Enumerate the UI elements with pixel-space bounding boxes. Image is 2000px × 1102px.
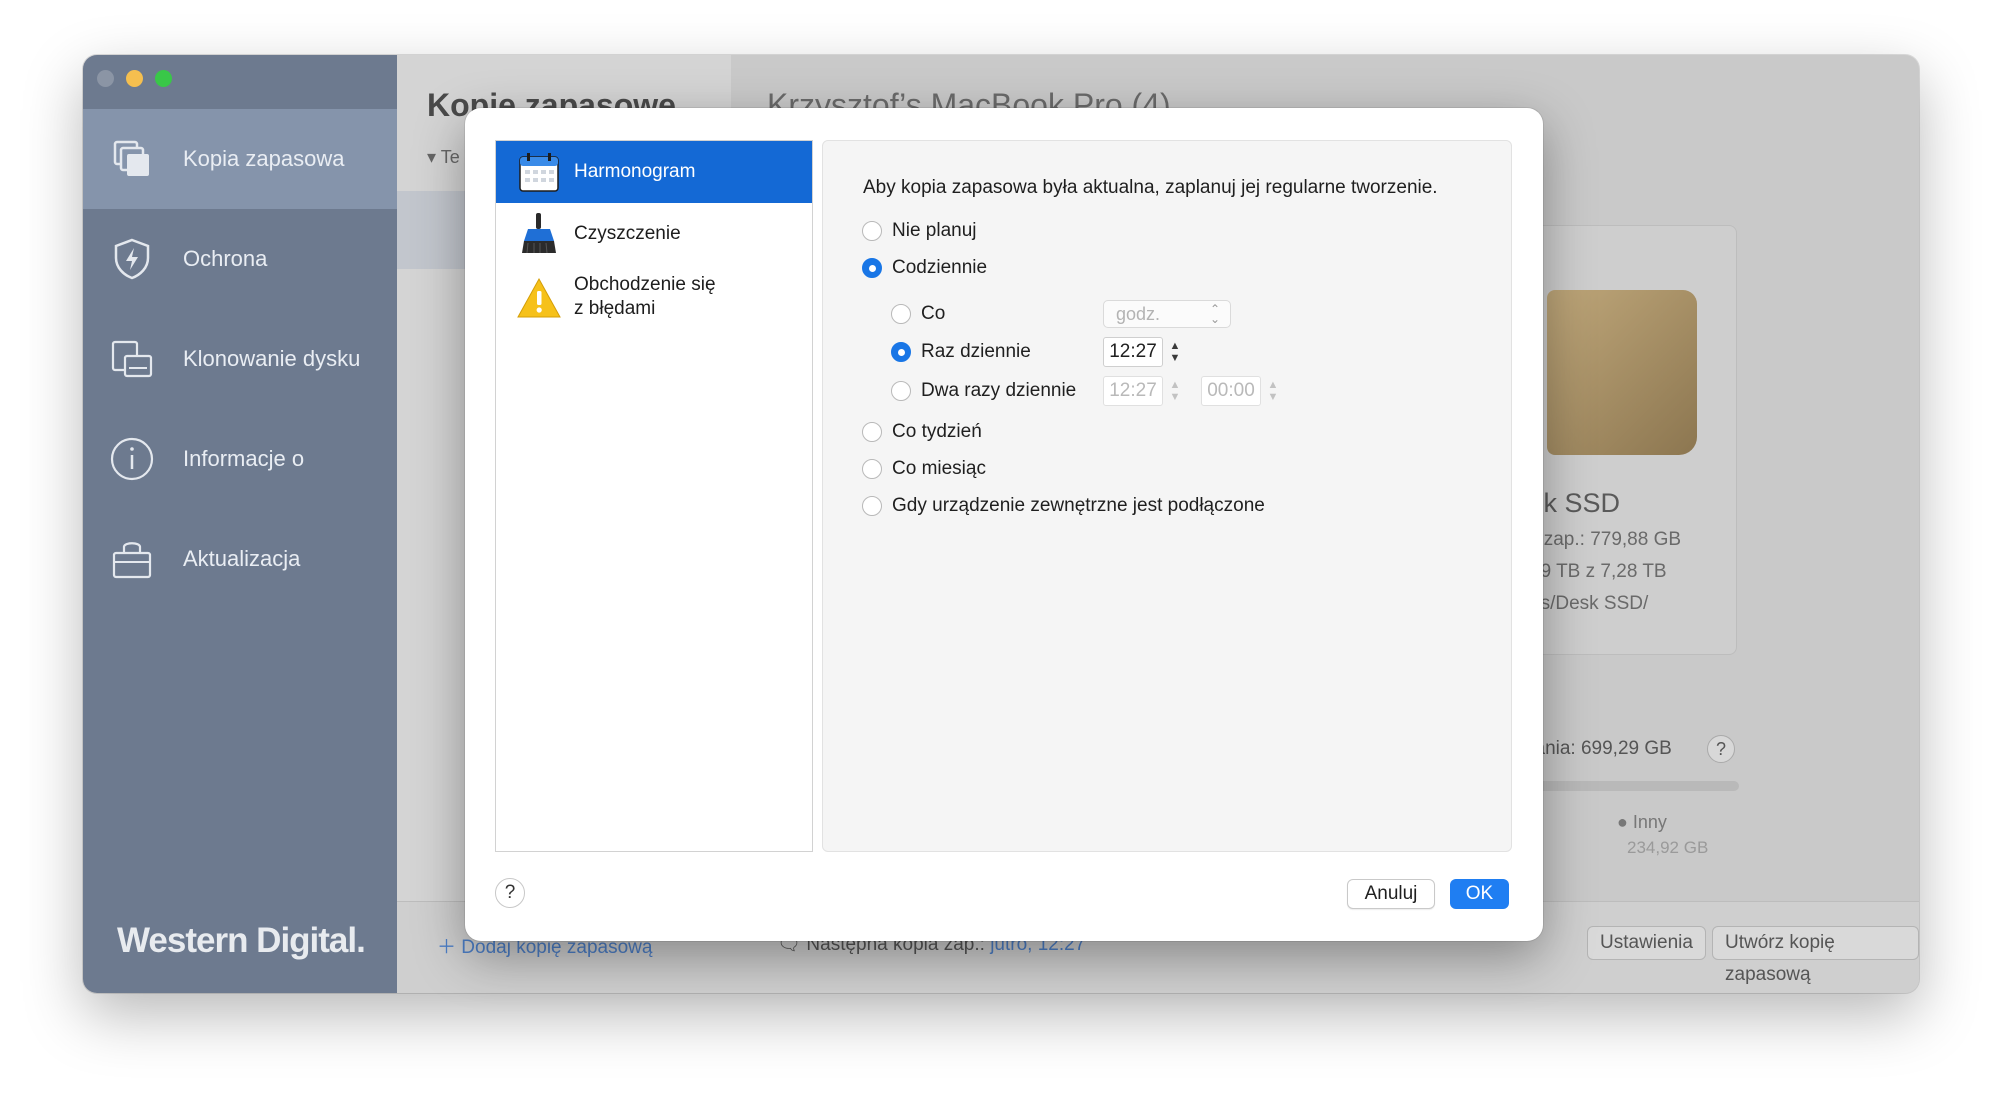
once-daily-time-field[interactable]: 12:27	[1103, 337, 1163, 367]
space-usage-bar	[1525, 781, 1739, 791]
space-help-button[interactable]: ?	[1707, 735, 1735, 763]
sidebar-item-protection[interactable]: Ochrona	[83, 209, 397, 309]
sidebar-item-label: Ochrona	[183, 246, 268, 271]
stepper-down-icon[interactable]: ▼	[1170, 352, 1181, 364]
stepper-up-icon[interactable]: ▲	[1268, 379, 1279, 391]
sidebar-item-update[interactable]: Aktualizacja	[83, 509, 397, 609]
option-monthly[interactable]: Co miesiąc	[862, 458, 986, 480]
radio-monthly[interactable]	[862, 459, 882, 479]
drive-capacity: 99 TB z 7,28 TB	[1530, 561, 1667, 582]
calendar-icon	[519, 153, 559, 192]
hours-select-value: godz.	[1116, 304, 1161, 324]
warning-icon	[517, 277, 561, 318]
window-controls	[97, 70, 172, 87]
category-item-schedule[interactable]: Harmonogram	[496, 141, 812, 203]
radio-daily[interactable]	[862, 258, 882, 278]
twice-daily-time2-field[interactable]: 00:00	[1201, 376, 1261, 406]
radio-every-hours[interactable]	[891, 304, 911, 324]
option-label: Gdy urządzenie zewnętrzne jest podłączon…	[892, 495, 1265, 516]
drive-backup-size: ii zap.: 779,88 GB	[1530, 529, 1682, 550]
hours-select[interactable]: godz. ⌃ ⌄	[1103, 300, 1231, 328]
broom-icon	[522, 213, 556, 254]
settings-button[interactable]: Ustawienia	[1587, 926, 1706, 960]
close-window-button[interactable]	[97, 70, 114, 87]
schedule-panel: Aby kopia zapasowa była aktualna, zaplan…	[822, 140, 1512, 852]
sidebar: Kopia zapasowa Ochrona Klonowanie dysku …	[83, 55, 397, 993]
stepper-up-icon[interactable]: ▲	[1170, 379, 1181, 391]
zoom-window-button[interactable]	[155, 70, 172, 87]
option-once-daily[interactable]: Raz dziennie	[891, 341, 1031, 363]
chevron-updown-icon: ⌃ ⌄	[1209, 302, 1220, 326]
twice-daily-time2-stepper[interactable]: ▲ ▼	[1264, 376, 1282, 406]
option-label: Co tydzień	[892, 421, 982, 442]
dialog-category-list: Harmonogram Czyszczenie Obchodzenie się z…	[495, 140, 813, 852]
schedule-dialog: Harmonogram Czyszczenie Obchodzenie się z…	[465, 108, 1543, 941]
sidebar-item-label: Kopia zapasowa	[183, 146, 345, 171]
category-label: Harmonogram	[574, 161, 696, 182]
sidebar-item-backup[interactable]: Kopia zapasowa	[83, 109, 397, 209]
filter-label: Te	[440, 147, 460, 167]
option-label: Nie planuj	[892, 220, 977, 241]
stepper-down-icon[interactable]: ▼	[1170, 391, 1181, 403]
once-daily-time-stepper[interactable]: ▲ ▼	[1166, 337, 1184, 367]
drive-path: es/Desk SSD/	[1530, 593, 1649, 614]
stepper-up-icon[interactable]: ▲	[1170, 340, 1181, 352]
cancel-button[interactable]: Anuluj	[1347, 879, 1435, 909]
option-label: Co	[921, 303, 946, 324]
radio-no-schedule[interactable]	[862, 221, 882, 241]
clone-disk-icon	[109, 336, 155, 382]
category-label-line1: Obchodzenie się	[574, 274, 716, 295]
category-label: Czyszczenie	[574, 223, 681, 244]
twice-daily-time1-stepper[interactable]: ▲ ▼	[1166, 376, 1184, 406]
legend-other-label: Inny	[1632, 812, 1667, 832]
option-every-hours[interactable]: Co	[891, 303, 945, 325]
stepper-down-icon[interactable]: ▼	[1268, 391, 1279, 403]
option-external-device[interactable]: Gdy urządzenie zewnętrzne jest podłączon…	[862, 495, 1265, 517]
backup-stack-icon	[109, 136, 155, 182]
western-digital-logo: Western Digital.	[117, 921, 366, 960]
minimize-window-button[interactable]	[126, 70, 143, 87]
radio-twice-daily[interactable]	[891, 381, 911, 401]
ok-button[interactable]: OK	[1450, 879, 1509, 909]
sidebar-item-label: Klonowanie dysku	[183, 346, 361, 371]
sidebar-item-label: Aktualizacja	[183, 546, 301, 571]
sidebar-item-clone[interactable]: Klonowanie dysku	[83, 309, 397, 409]
drive-image	[1547, 290, 1697, 455]
category-item-error-handling[interactable]: Obchodzenie się z błędami	[496, 265, 812, 331]
category-label: Obchodzenie się z błędami	[574, 273, 716, 321]
radio-weekly[interactable]	[862, 422, 882, 442]
drive-name: sk SSD	[1530, 488, 1621, 518]
option-daily[interactable]: Codziennie	[862, 257, 987, 279]
schedule-intro-text: Aby kopia zapasowa była aktualna, zaplan…	[863, 177, 1438, 198]
sidebar-item-label: Informacje o	[183, 446, 305, 471]
category-item-cleanup[interactable]: Czyszczenie	[496, 203, 812, 265]
radio-once-daily[interactable]	[891, 342, 911, 362]
category-label-line2: z błędami	[574, 298, 656, 319]
legend-other-value: 234,92 GB	[1627, 838, 1709, 857]
twice-daily-time1-field[interactable]: 12:27	[1103, 376, 1163, 406]
option-label: Co miesiąc	[892, 458, 986, 479]
legend-item-other: ● Inny	[1617, 812, 1667, 832]
radio-external-device[interactable]	[862, 496, 882, 516]
dialog-help-button[interactable]: ?	[495, 878, 525, 908]
screen: Kopia zapasowa Ochrona Klonowanie dysku …	[0, 0, 2000, 1102]
space-label: kania: 699,29 GB	[1525, 738, 1672, 759]
sidebar-item-info[interactable]: Informacje o	[83, 409, 397, 509]
list-filter[interactable]: ▾ Te	[427, 147, 460, 168]
info-icon	[109, 436, 155, 482]
option-twice-daily[interactable]: Dwa razy dziennie	[891, 380, 1076, 402]
option-label: Raz dziennie	[921, 341, 1031, 362]
shopping-bag-icon	[109, 536, 155, 582]
create-backup-button[interactable]: Utwórz kopię zapasową	[1712, 926, 1919, 985]
option-no-schedule[interactable]: Nie planuj	[862, 220, 977, 242]
shield-bolt-icon	[109, 236, 155, 282]
option-label: Codziennie	[892, 257, 988, 278]
option-label: Dwa razy dziennie	[921, 380, 1077, 401]
option-weekly[interactable]: Co tydzień	[862, 421, 982, 443]
